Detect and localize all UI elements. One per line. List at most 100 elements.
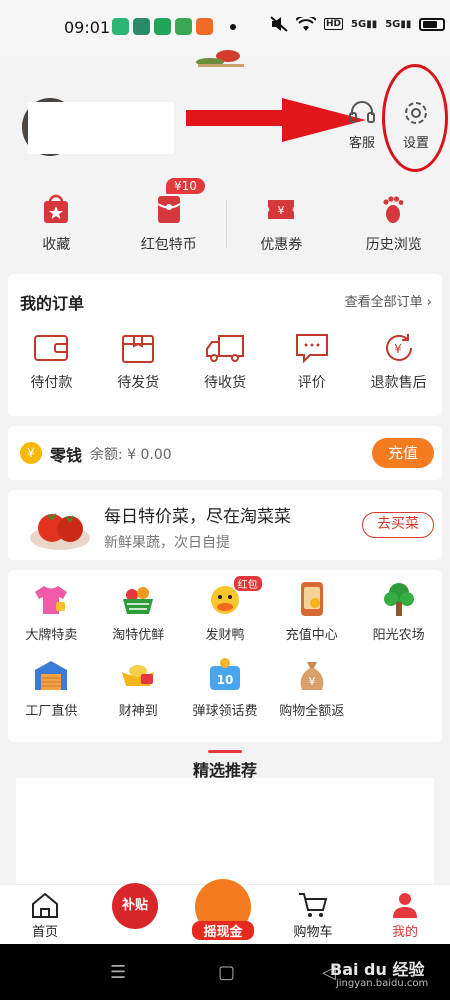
recharge-button[interactable]: 充值 [372,438,434,468]
footprint-icon [383,196,404,223]
service-label: 工厂直供 [25,704,78,719]
service-god-of-wealth[interactable]: 财神到 [95,656,182,732]
tshirt-icon [35,586,68,614]
service-label: 淘特优鲜 [112,628,165,643]
notification-dot [230,24,236,30]
status-app-icons [112,18,213,35]
tab-cart[interactable]: 购物车 [278,891,348,940]
service-label: 大牌特卖 [25,628,78,643]
service-label: 弹球领话费 [192,704,258,719]
truck-icon [205,335,244,362]
tab-mine[interactable]: 我的 [370,891,440,940]
service-pinball-bill[interactable]: 10 弹球领话费 [182,656,269,732]
customer-service-label: 客服 [348,136,375,151]
headset-icon [349,101,375,123]
fruit-basket-icon [123,587,154,614]
tab-label: 首页 [31,925,58,940]
tab-label: 我的 [391,925,418,940]
decoration-illustration [196,50,244,67]
order-status-pending-shipment[interactable]: 待发货 [95,332,182,392]
promo-title: 每日特价菜，尽在淘菜菜 [104,507,291,527]
wallet-icon [34,335,69,361]
tab-label: 购物车 [293,925,333,940]
service-label: 充值中心 [285,628,338,643]
order-status-row: 待付款 待发货 待收货 评价 ¥ 退款售后 [8,332,442,392]
annotation-arrow [186,98,366,142]
person-icon [393,893,417,918]
order-status-refund[interactable]: ¥ 退款售后 [355,332,442,392]
service-factory-direct[interactable]: 工厂直供 [8,656,95,732]
divider [226,200,227,248]
status-indicators: HD 5G▮▮ 5G▮▮ [270,16,446,32]
signal-icon: 5G▮▮ [351,18,378,30]
service-brand-sale[interactable]: 大牌特卖 [8,580,95,656]
factory-icon [35,661,68,690]
service-full-cashback[interactable]: ¥ 购物全额返 [268,656,355,732]
order-status-label: 待收货 [203,375,246,391]
services-card: 大牌特卖 淘特优鲜 红包 发财鸭 充值中心 阳光农场 工厂直供 财神到 10 弹… [8,570,442,742]
order-status-review[interactable]: 评价 [268,332,355,392]
subsidy-bubble: 补贴 [112,883,158,929]
shortcut-history[interactable]: 历史浏览 [338,186,450,262]
bottom-tab-bar: 首页 补贴 摇现金 购物车 我的 [0,879,450,944]
svg-text:¥: ¥ [278,204,285,217]
red-envelope-icon [157,196,181,223]
shortcut-row: 收藏 红包特币 ¥ 优惠券 历史浏览 [0,186,450,262]
buy-groceries-button[interactable]: 去买菜 [362,512,434,538]
services-grid: 大牌特卖 淘特优鲜 红包 发财鸭 充值中心 阳光农场 工厂直供 财神到 10 弹… [8,576,442,732]
mute-icon [270,16,288,32]
tomato-icon [30,513,90,550]
recommend-feed[interactable] [16,778,434,884]
grocery-promo-card[interactable]: 每日特价菜，尽在淘菜菜 新鲜果蔬，次日自提 去买菜 [8,490,442,560]
shortcut-label: 收藏 [42,237,71,253]
service-recharge-center[interactable]: 充值中心 [268,580,355,656]
menu-icon[interactable]: ☰ [110,962,126,983]
phone-recharge-icon [300,582,323,616]
service-lucky-duck[interactable]: 红包 发财鸭 [182,576,269,656]
phone-app-icon [112,18,129,35]
promo-subtitle: 新鲜果蔬，次日自提 [104,535,230,551]
service-fresh[interactable]: 淘特优鲜 [95,580,182,656]
customer-service-button[interactable]: 客服 [342,98,382,151]
red-envelope-badge: ¥10 [166,178,205,194]
watermark-url: jingyan.baidu.com [336,978,429,989]
tree-icon [383,583,414,616]
hd-icon: HD [324,18,344,30]
baidu-watermark: Bai du 经验 [330,960,425,979]
service-label: 财神到 [118,704,158,719]
order-status-label: 待发货 [117,375,160,391]
red-packet-tag: 红包 [233,576,262,591]
bag-star-icon [44,194,69,223]
subsidy-label: 补贴 [121,898,148,913]
shortcut-red-envelope[interactable]: 红包特币 [113,186,226,262]
wallet-card[interactable]: ¥ 零钱 余额: ¥ 0.00 充值 [8,426,442,480]
tab-home[interactable]: 首页 [10,891,80,940]
signal-icon-2: 5G▮▮ [385,18,412,30]
store-app-icon [196,18,213,35]
wifi-icon [296,16,316,31]
shake-cash-label: 摇现金 [192,921,254,940]
user-name-redacted[interactable] [28,102,174,154]
shortcut-label: 历史浏览 [365,237,422,253]
view-all-orders-link[interactable]: 查看全部订单 › [345,291,432,310]
money-bag-icon: ¥ [300,662,324,690]
service-sunny-farm[interactable]: 阳光农场 [355,580,442,656]
order-status-pending-payment[interactable]: 待付款 [8,332,95,392]
order-status-label: 评价 [297,375,326,391]
wechat-app-icon [175,18,192,35]
home-icon [32,892,58,918]
order-status-pending-receipt[interactable]: 待收货 [182,332,269,392]
chat-app-icon [154,18,171,35]
pinball-icon: 10 [209,658,240,690]
shortcut-favorites[interactable]: 收藏 [0,186,113,262]
home-square-icon[interactable]: ▢ [218,962,235,983]
svg-text:10: 10 [217,673,234,687]
coupon-icon: ¥ [268,200,295,219]
package-icon [122,335,155,363]
refund-icon: ¥ [385,334,412,361]
service-label: 发财鸭 [205,628,245,643]
coin-icon: ¥ [20,442,42,464]
annotation-circle [382,64,448,172]
shortcut-coupons[interactable]: ¥ 优惠券 [225,186,338,262]
battery-icon [419,17,446,31]
